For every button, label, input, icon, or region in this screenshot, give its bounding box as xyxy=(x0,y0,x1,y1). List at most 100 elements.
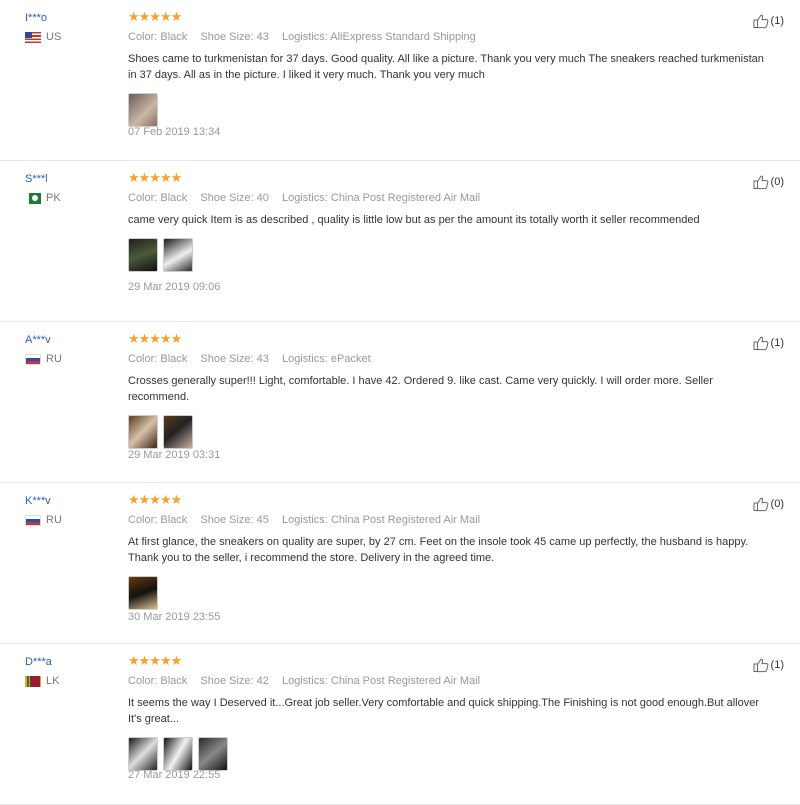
feedback-content: ★★★★★ Color: Black Shoe Size: 40 Logisti… xyxy=(128,171,768,272)
helpful-count: (0) xyxy=(770,498,784,510)
logistics-label: Logistics: xyxy=(281,675,328,687)
helpful-button[interactable]: (1) xyxy=(753,335,784,351)
color-label: Color: xyxy=(128,353,158,365)
helpful-button[interactable]: (0) xyxy=(753,174,784,190)
feedback-item: D***a LK ★★★★★ Color: Black Shoe Size: 4… xyxy=(0,644,800,805)
shoe-size-label: Shoe Size: xyxy=(200,675,254,687)
logistics-label: Logistics: xyxy=(281,31,328,43)
review-photo-thumbnail[interactable] xyxy=(198,737,228,771)
color-label: Color: xyxy=(128,31,158,43)
order-attributes: Color: Black Shoe Size: 42 Logistics: Ch… xyxy=(128,674,768,688)
logistics-label: Logistics: xyxy=(281,514,328,526)
feedback-item: S***l PK ★★★★★ Color: Black Shoe Size: 4… xyxy=(0,161,800,322)
order-attributes: Color: Black Shoe Size: 43 Logistics: Al… xyxy=(128,30,768,44)
shoe-size-value: 43 xyxy=(256,353,269,365)
feedback-date: 29 Mar 2019 03:31 xyxy=(128,449,221,461)
buyer-name[interactable]: I***o xyxy=(25,11,115,25)
logistics-label: Logistics: xyxy=(281,192,328,204)
buyer-name[interactable]: S***l xyxy=(25,172,115,186)
buyer-info: D***a LK xyxy=(25,655,115,687)
buyer-country: LK xyxy=(25,675,115,687)
feedback-date: 29 Mar 2019 09:06 xyxy=(128,281,221,293)
shoe-size-value: 40 xyxy=(256,192,269,204)
review-photo-thumbnail[interactable] xyxy=(128,576,158,610)
shoe-size-label: Shoe Size: xyxy=(200,31,254,43)
buyer-info: S***l PK xyxy=(25,172,115,204)
logistics-value: China Post Registered Air Mail xyxy=(330,192,481,204)
thumbs-up-icon xyxy=(753,336,768,351)
buyer-info: K***v RU xyxy=(25,494,115,526)
feedback-photos xyxy=(128,238,768,272)
shoe-size-label: Shoe Size: xyxy=(200,353,254,365)
review-photo-thumbnail[interactable] xyxy=(128,415,158,449)
helpful-count: (0) xyxy=(770,176,784,188)
logistics-value: China Post Registered Air Mail xyxy=(330,675,481,687)
feedback-photos xyxy=(128,576,768,610)
feedback-date: 30 Mar 2019 23:55 xyxy=(128,611,221,623)
feedback-text: Shoes came to turkmenistan for 37 days. … xyxy=(128,53,764,81)
thumbs-up-icon xyxy=(753,497,768,512)
star-rating: ★★★★★ xyxy=(128,170,182,185)
review-photo-thumbnail[interactable] xyxy=(128,737,158,771)
shoe-size-label: Shoe Size: xyxy=(200,192,254,204)
logistics-value: AliExpress Standard Shipping xyxy=(330,31,476,43)
color-value: Black xyxy=(160,31,188,43)
feedback-item: I***o US ★★★★★ Color: Black Shoe Size: 4… xyxy=(0,0,800,161)
feedback-list: I***o US ★★★★★ Color: Black Shoe Size: 4… xyxy=(0,0,800,805)
feedback-text: At first glance, the sneakers on quality… xyxy=(128,536,749,564)
review-photo-thumbnail[interactable] xyxy=(128,93,158,127)
feedback-text: It seems the way I Deserved it...Great j… xyxy=(128,697,760,725)
helpful-count: (1) xyxy=(770,659,784,671)
feedback-content: ★★★★★ Color: Black Shoe Size: 45 Logisti… xyxy=(128,493,768,610)
feedback-content: ★★★★★ Color: Black Shoe Size: 43 Logisti… xyxy=(128,332,768,449)
thumbs-up-icon xyxy=(753,14,768,29)
shoe-size-value: 45 xyxy=(256,514,269,526)
logistics-value: ePacket xyxy=(330,353,371,365)
buyer-country: PK xyxy=(25,192,115,204)
country-flag-icon xyxy=(25,353,41,365)
shoe-size-value: 42 xyxy=(256,675,269,687)
color-value: Black xyxy=(160,675,188,687)
review-photo-thumbnail[interactable] xyxy=(163,737,193,771)
thumbs-up-icon xyxy=(753,658,768,673)
star-rating: ★★★★★ xyxy=(128,492,182,507)
feedback-item: K***v RU ★★★★★ Color: Black Shoe Size: 4… xyxy=(0,483,800,644)
country-code: RU xyxy=(46,514,62,526)
helpful-button[interactable]: (1) xyxy=(753,657,784,673)
buyer-name[interactable]: A***v xyxy=(25,333,115,347)
buyer-name[interactable]: K***v xyxy=(25,494,115,508)
country-code: PK xyxy=(46,192,61,204)
shoe-size-value: 43 xyxy=(256,31,269,43)
logistics-label: Logistics: xyxy=(281,353,328,365)
color-label: Color: xyxy=(128,675,158,687)
helpful-button[interactable]: (0) xyxy=(753,496,784,512)
country-flag-icon xyxy=(25,514,41,526)
star-rating: ★★★★★ xyxy=(128,331,182,346)
color-value: Black xyxy=(160,353,188,365)
star-rating: ★★★★★ xyxy=(128,9,182,24)
order-attributes: Color: Black Shoe Size: 43 Logistics: eP… xyxy=(128,352,768,366)
review-photo-thumbnail[interactable] xyxy=(163,238,193,272)
buyer-country: RU xyxy=(25,353,115,365)
country-code: RU xyxy=(46,353,62,365)
helpful-button[interactable]: (1) xyxy=(753,13,784,29)
buyer-info: I***o US xyxy=(25,11,115,43)
order-attributes: Color: Black Shoe Size: 40 Logistics: Ch… xyxy=(128,191,768,205)
country-code: US xyxy=(46,31,62,43)
country-flag-icon xyxy=(25,31,41,43)
color-value: Black xyxy=(160,514,188,526)
feedback-content: ★★★★★ Color: Black Shoe Size: 43 Logisti… xyxy=(128,10,768,127)
feedback-photos xyxy=(128,415,768,449)
color-value: Black xyxy=(160,192,188,204)
review-photo-thumbnail[interactable] xyxy=(163,415,193,449)
buyer-country: RU xyxy=(25,514,115,526)
feedback-photos xyxy=(128,737,768,771)
feedback-date: 27 Mar 2019 22:55 xyxy=(128,769,221,781)
color-label: Color: xyxy=(128,514,158,526)
buyer-name[interactable]: D***a xyxy=(25,655,115,669)
country-flag-icon xyxy=(25,675,41,687)
helpful-count: (1) xyxy=(770,337,784,349)
country-flag-icon xyxy=(25,192,41,204)
review-photo-thumbnail[interactable] xyxy=(128,238,158,272)
logistics-value: China Post Registered Air Mail xyxy=(330,514,481,526)
